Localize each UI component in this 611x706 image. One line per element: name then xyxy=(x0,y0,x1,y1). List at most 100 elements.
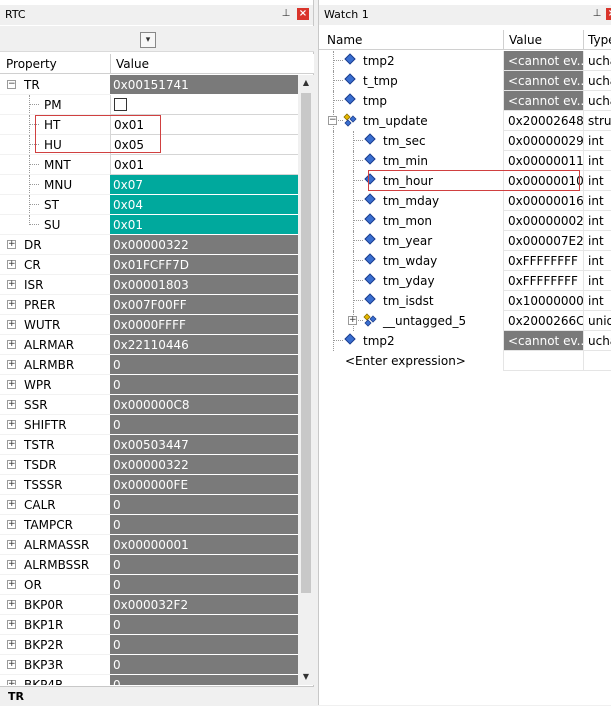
register-row[interactable]: + TSSSR 0x000000FE xyxy=(0,475,298,495)
expand-icon[interactable]: + xyxy=(7,440,16,449)
register-row[interactable]: + TAMPCR 0 xyxy=(0,515,298,535)
scroll-up-icon[interactable]: ▲ xyxy=(298,75,314,91)
enter-expression-row[interactable]: <Enter expression> xyxy=(319,351,611,371)
watch-value-cell[interactable]: 0x00000011 xyxy=(503,151,583,171)
register-property-cell[interactable]: ST xyxy=(0,195,110,215)
register-row[interactable]: MNT 0x01 xyxy=(0,155,298,175)
column-divider[interactable] xyxy=(503,30,504,50)
register-value-cell[interactable]: 0x00000322 xyxy=(110,235,298,255)
register-row[interactable]: + BKP1R 0 xyxy=(0,615,298,635)
register-property-cell[interactable]: + SSR xyxy=(0,395,110,415)
register-value-cell[interactable]: 0x000000C8 xyxy=(110,395,298,415)
register-property-cell[interactable]: − TR xyxy=(0,75,110,95)
watch-row[interactable]: tmp <cannot ev...ucha xyxy=(319,91,611,111)
register-value-cell[interactable]: 0x00151741 xyxy=(110,75,298,95)
register-row[interactable]: SU 0x01 xyxy=(0,215,298,235)
expand-icon[interactable]: + xyxy=(7,320,16,329)
register-property-cell[interactable]: + ALRMBR xyxy=(0,355,110,375)
register-row[interactable]: + SSR 0x000000C8 xyxy=(0,395,298,415)
close-icon[interactable]: × xyxy=(606,8,611,20)
register-property-cell[interactable]: + CALR xyxy=(0,495,110,515)
watch-row[interactable]: t_tmp <cannot ev...ucha xyxy=(319,71,611,91)
register-property-cell[interactable]: + PRER xyxy=(0,295,110,315)
watch-value-cell[interactable] xyxy=(503,351,583,371)
register-value-cell[interactable]: 0 xyxy=(110,555,298,575)
watch-value-cell[interactable]: 0x2000266C xyxy=(503,311,583,331)
watch-row[interactable]: − tm_update 0x20002648struc xyxy=(319,111,611,131)
register-value-cell[interactable]: 0x000032F2 xyxy=(110,595,298,615)
expand-icon[interactable]: + xyxy=(7,540,16,549)
register-property-cell[interactable]: + BKP4R xyxy=(0,675,110,685)
register-property-cell[interactable]: + TAMPCR xyxy=(0,515,110,535)
register-property-cell[interactable]: + ALRMAR xyxy=(0,335,110,355)
register-value-cell[interactable]: 0x007F00FF xyxy=(110,295,298,315)
watch-value-cell[interactable]: 0xFFFFFFFF xyxy=(503,271,583,291)
register-property-cell[interactable]: + TSSSR xyxy=(0,475,110,495)
register-property-cell[interactable]: + WUTR xyxy=(0,315,110,335)
watch-value-cell[interactable]: 0x00000029 xyxy=(503,131,583,151)
register-value-cell[interactable]: 0x0000FFFF xyxy=(110,315,298,335)
register-value-cell[interactable]: 0x00000322 xyxy=(110,455,298,475)
watch-row[interactable]: tm_mday 0x00000016 int xyxy=(319,191,611,211)
watch-value-cell[interactable]: 0xFFFFFFFF xyxy=(503,251,583,271)
register-property-cell[interactable]: + ISR xyxy=(0,275,110,295)
watch-value-cell[interactable]: 0x00000002 xyxy=(503,211,583,231)
register-property-cell[interactable]: MNU xyxy=(0,175,110,195)
column-divider[interactable] xyxy=(583,30,584,50)
watch-row[interactable]: tm_year 0x000007E2 int xyxy=(319,231,611,251)
watch-value-cell[interactable]: <cannot ev... xyxy=(503,71,583,91)
register-property-cell[interactable]: + BKP3R xyxy=(0,655,110,675)
column-divider[interactable] xyxy=(110,54,111,74)
expand-icon[interactable]: + xyxy=(7,420,16,429)
watch-value-cell[interactable]: 0x00000016 xyxy=(503,191,583,211)
register-value-cell[interactable]: 0 xyxy=(110,655,298,675)
watch-row[interactable]: tm_isdst 0x10000000 int xyxy=(319,291,611,311)
chevron-down-icon[interactable]: ▾ xyxy=(140,32,156,48)
register-row[interactable]: + OR 0 xyxy=(0,575,298,595)
value-column-header[interactable]: Value xyxy=(116,57,149,71)
register-property-cell[interactable]: MNT xyxy=(0,155,110,175)
register-value-cell[interactable]: 0x01 xyxy=(110,215,298,235)
register-property-cell[interactable]: + ALRMASSR xyxy=(0,535,110,555)
register-row[interactable]: MNU 0x07 xyxy=(0,175,298,195)
register-value-cell[interactable]: 0 xyxy=(110,495,298,515)
expand-icon[interactable]: + xyxy=(7,520,16,529)
register-value-cell[interactable] xyxy=(110,95,298,115)
pin-icon[interactable]: ⊥ xyxy=(280,8,292,20)
watch-value-cell[interactable]: 0x10000000 xyxy=(503,291,583,311)
register-row[interactable]: ST 0x04 xyxy=(0,195,298,215)
expand-icon[interactable]: + xyxy=(7,560,16,569)
watch-value-cell[interactable]: 0x20002648 xyxy=(503,111,583,131)
register-property-cell[interactable]: + BKP0R xyxy=(0,595,110,615)
register-row[interactable]: + BKP4R 0 xyxy=(0,675,298,685)
register-row[interactable]: + BKP3R 0 xyxy=(0,655,298,675)
register-property-cell[interactable]: + SHIFTR xyxy=(0,415,110,435)
register-value-cell[interactable]: 0 xyxy=(110,635,298,655)
register-row[interactable]: + ISR 0x00001803 xyxy=(0,275,298,295)
expand-icon[interactable]: + xyxy=(7,620,16,629)
expand-icon[interactable]: + xyxy=(7,280,16,289)
register-property-cell[interactable]: SU xyxy=(0,215,110,235)
register-value-cell[interactable]: 0 xyxy=(110,515,298,535)
watch-row[interactable]: tm_wday 0xFFFFFFFF int xyxy=(319,251,611,271)
scrollbar-thumb[interactable] xyxy=(301,93,311,593)
register-property-cell[interactable]: + CR xyxy=(0,255,110,275)
register-property-cell[interactable]: + DR xyxy=(0,235,110,255)
register-property-cell[interactable]: + ALRMBSSR xyxy=(0,555,110,575)
register-value-cell[interactable]: 0 xyxy=(110,575,298,595)
expand-icon[interactable]: + xyxy=(7,340,16,349)
expand-icon[interactable]: + xyxy=(7,300,16,309)
register-row[interactable]: + SHIFTR 0 xyxy=(0,415,298,435)
expand-icon[interactable]: + xyxy=(7,580,16,589)
register-value-cell[interactable]: 0x00503447 xyxy=(110,435,298,455)
register-row[interactable]: + ALRMAR 0x22110446 xyxy=(0,335,298,355)
register-row[interactable]: + DR 0x00000322 xyxy=(0,235,298,255)
expand-icon[interactable]: + xyxy=(7,380,16,389)
register-property-cell[interactable]: + BKP1R xyxy=(0,615,110,635)
register-value-cell[interactable]: 0x22110446 xyxy=(110,335,298,355)
expand-icon[interactable]: + xyxy=(7,640,16,649)
register-property-cell[interactable]: + WPR xyxy=(0,375,110,395)
register-row[interactable]: + BKP0R 0x000032F2 xyxy=(0,595,298,615)
close-icon[interactable]: × xyxy=(297,8,309,20)
register-row[interactable]: + BKP2R 0 xyxy=(0,635,298,655)
